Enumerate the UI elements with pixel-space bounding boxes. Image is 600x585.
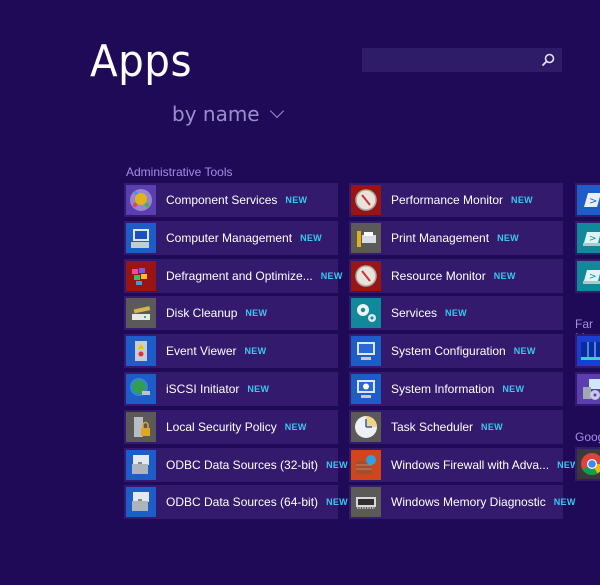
- powershell-ise-icon: >: [577, 261, 600, 291]
- windows-firewall-icon: [351, 450, 381, 480]
- powershell-ise-icon: >: [577, 223, 600, 253]
- app-tile[interactable]: Services NEW: [349, 296, 563, 330]
- app-tile[interactable]: Windows Firewall with Adva... NEW: [349, 448, 579, 482]
- sort-by-dropdown[interactable]: by name: [172, 102, 284, 126]
- app-tile[interactable]: Disk Cleanup NEW: [124, 296, 338, 330]
- search-icon[interactable]: [540, 52, 556, 68]
- app-tile[interactable]: Defragment and Optimize... NEW: [124, 259, 342, 293]
- new-badge: NEW: [285, 195, 308, 205]
- task-scheduler-icon: [351, 412, 381, 442]
- search-input[interactable]: [362, 48, 540, 74]
- memory-diagnostic-icon: [351, 487, 381, 517]
- app-label: Defragment and Optimize...: [166, 269, 313, 283]
- app-tile[interactable]: [575, 334, 600, 368]
- odbc-icon: [126, 450, 156, 480]
- component-services-icon: [126, 185, 156, 215]
- resource-monitor-icon: [351, 261, 381, 291]
- app-label: Local Security Policy: [166, 420, 277, 434]
- app-label: ODBC Data Sources (64-bit): [166, 495, 319, 509]
- app-label: Event Viewer: [166, 344, 237, 358]
- search-box[interactable]: [362, 48, 562, 74]
- new-badge: NEW: [244, 346, 267, 356]
- app-label: Computer Management: [166, 231, 293, 245]
- new-badge: NEW: [320, 271, 343, 281]
- new-badge: NEW: [481, 422, 503, 432]
- print-management-icon: [351, 223, 381, 253]
- defragment-icon: [126, 261, 156, 291]
- powershell-icon: >: [577, 185, 600, 215]
- new-badge: NEW: [247, 384, 270, 394]
- svg-text:>: >: [589, 272, 597, 282]
- new-badge: NEW: [493, 271, 516, 281]
- odbc-icon: [126, 487, 156, 517]
- chevron-down-icon: [269, 103, 284, 119]
- computer-management-icon: [126, 223, 156, 253]
- app-label: Task Scheduler: [391, 420, 474, 434]
- disk-cleanup-icon: [126, 298, 156, 328]
- app-tile[interactable]: Computer Management NEW: [124, 221, 338, 255]
- app-tile[interactable]: >: [575, 183, 600, 217]
- app-label: Print Management: [391, 231, 490, 245]
- app-tile[interactable]: Event Viewer NEW: [124, 334, 338, 368]
- app-tile[interactable]: [575, 372, 600, 406]
- app-label: Component Services: [166, 193, 278, 207]
- app-tile[interactable]: Resource Monitor NEW: [349, 259, 563, 293]
- new-badge: NEW: [553, 497, 576, 507]
- app-label: Services: [391, 306, 438, 320]
- app-tile[interactable]: Local Security Policy NEW: [124, 410, 338, 444]
- app-label: Disk Cleanup: [166, 306, 238, 320]
- new-badge: NEW: [300, 233, 322, 243]
- app-label: Performance Monitor: [391, 193, 504, 207]
- app-tile[interactable]: Component Services NEW: [124, 183, 338, 217]
- app-tile[interactable]: Performance Monitor NEW: [349, 183, 563, 217]
- app-tile[interactable]: >: [575, 259, 600, 293]
- new-badge: NEW: [326, 460, 348, 470]
- app-tile[interactable]: System Configuration NEW: [349, 334, 563, 368]
- app-tile[interactable]: Windows Memory Diagnostic NEW: [349, 485, 575, 519]
- app-label: Resource Monitor: [391, 269, 486, 283]
- far-manager-icon: [577, 336, 600, 366]
- svg-text:>: >: [589, 196, 597, 207]
- group-label-administrative-tools: Administrative Tools: [126, 165, 233, 179]
- system-information-icon: [351, 374, 381, 404]
- new-badge: NEW: [502, 384, 525, 394]
- page-title: Apps: [90, 36, 193, 87]
- system-configuration-icon: [351, 336, 381, 366]
- app-tile[interactable]: iSCSI Initiator NEW: [124, 372, 338, 406]
- app-tile[interactable]: ODBC Data Sources (64-bit) NEW: [124, 485, 348, 519]
- services-icon: [351, 298, 381, 328]
- sort-label: by name: [172, 102, 260, 126]
- new-badge: NEW: [245, 308, 268, 318]
- app-tile[interactable]: >: [575, 221, 600, 255]
- app-tile[interactable]: Print Management NEW: [349, 221, 563, 255]
- new-badge: NEW: [497, 233, 519, 243]
- app-label: System Information: [391, 382, 495, 396]
- group-label-google: Goog: [575, 430, 600, 444]
- app-label: Windows Firewall with Adva...: [391, 458, 550, 472]
- new-badge: NEW: [326, 497, 348, 507]
- app-label: System Configuration: [391, 344, 506, 358]
- app-label: ODBC Data Sources (32-bit): [166, 458, 319, 472]
- new-badge: NEW: [284, 422, 307, 432]
- app-tile[interactable]: System Information NEW: [349, 372, 563, 406]
- performance-monitor-icon: [351, 185, 381, 215]
- app-label: Windows Memory Diagnostic: [391, 495, 546, 509]
- iscsi-initiator-icon: [126, 374, 156, 404]
- installer-icon: [577, 374, 600, 404]
- new-badge: NEW: [513, 346, 536, 356]
- app-label: iSCSI Initiator: [166, 382, 240, 396]
- chrome-icon: [577, 449, 600, 479]
- app-tile[interactable]: ODBC Data Sources (32-bit) NEW: [124, 448, 348, 482]
- app-tile[interactable]: Task Scheduler NEW: [349, 410, 563, 444]
- app-tile[interactable]: [575, 447, 600, 481]
- local-security-policy-icon: [126, 412, 156, 442]
- svg-text:>: >: [589, 234, 597, 244]
- new-badge: NEW: [445, 308, 467, 318]
- event-viewer-icon: [126, 336, 156, 366]
- new-badge: NEW: [511, 195, 533, 205]
